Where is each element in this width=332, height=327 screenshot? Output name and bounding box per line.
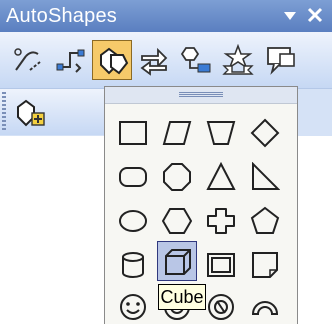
lines-button[interactable] (8, 40, 48, 80)
frame-icon (207, 253, 235, 277)
callouts-button[interactable] (260, 40, 300, 80)
pentagon-icon (250, 206, 280, 234)
cube-icon (165, 249, 191, 275)
parallelogram-icon (162, 121, 192, 145)
rounded-rectangle-icon (119, 167, 147, 187)
connectors-button[interactable] (50, 40, 90, 80)
toolbar-grip[interactable] (2, 92, 6, 132)
shape-smiley-face[interactable] (113, 287, 153, 327)
shape-folded-corner[interactable] (245, 245, 285, 285)
shape-right-triangle[interactable] (245, 157, 285, 197)
cross-icon (207, 208, 235, 234)
shape-pentagon[interactable] (245, 201, 285, 241)
block-arrows-button[interactable] (134, 40, 174, 80)
shape-octagon[interactable] (157, 157, 197, 197)
callouts-icon (267, 47, 295, 75)
shape-no-symbol[interactable] (201, 287, 241, 327)
no-symbol-icon (208, 294, 234, 320)
hexagon-icon (162, 208, 192, 234)
lines-icon (14, 48, 41, 71)
folded-corner-icon (252, 252, 278, 278)
grip-icon (179, 92, 223, 98)
shape-triangle[interactable] (201, 157, 241, 197)
shape-parallelogram[interactable] (157, 113, 197, 153)
shape-can[interactable] (113, 245, 153, 285)
toolbar-titlebar[interactable]: AutoShapes (0, 0, 332, 32)
right-triangle-icon (252, 162, 280, 190)
shape-rounded-rectangle[interactable] (113, 157, 153, 197)
block-arc-icon (251, 301, 279, 315)
window-title: AutoShapes (6, 5, 117, 27)
block-arrows-icon (140, 47, 168, 76)
shape-hexagon[interactable] (157, 201, 197, 241)
flowchart-icon (180, 47, 211, 73)
diamond-icon (250, 118, 280, 148)
more-autoshapes-button[interactable] (10, 93, 50, 133)
trapezoid-icon (206, 121, 236, 145)
stars-banners-button[interactable] (218, 40, 258, 80)
flowchart-button[interactable] (176, 40, 216, 80)
shape-cross[interactable] (201, 201, 241, 241)
shape-frame[interactable] (201, 245, 241, 285)
close-icon[interactable] (306, 6, 324, 24)
shape-oval[interactable] (113, 201, 153, 241)
basic-shapes-icon (100, 47, 129, 75)
shape-diamond[interactable] (245, 113, 285, 153)
triangle-icon (206, 162, 236, 190)
shape-rectangle[interactable] (113, 113, 153, 153)
smiley-face-icon (120, 294, 146, 320)
shape-cube[interactable] (157, 241, 197, 281)
stars-banners-icon (222, 44, 254, 75)
toolbar-options-icon[interactable] (284, 12, 296, 20)
oval-icon (119, 210, 147, 232)
octagon-icon (163, 163, 191, 191)
can-icon (122, 252, 144, 278)
more-autoshapes-icon (17, 99, 45, 127)
shape-tooltip: Cube (158, 284, 206, 310)
connectors-icon (56, 49, 85, 73)
rectangle-icon (119, 121, 147, 145)
shape-trapezoid[interactable] (201, 113, 241, 153)
shape-block-arc[interactable] (245, 287, 285, 327)
basic-shapes-button[interactable] (92, 40, 132, 80)
menu-drag-handle[interactable] (105, 87, 297, 104)
